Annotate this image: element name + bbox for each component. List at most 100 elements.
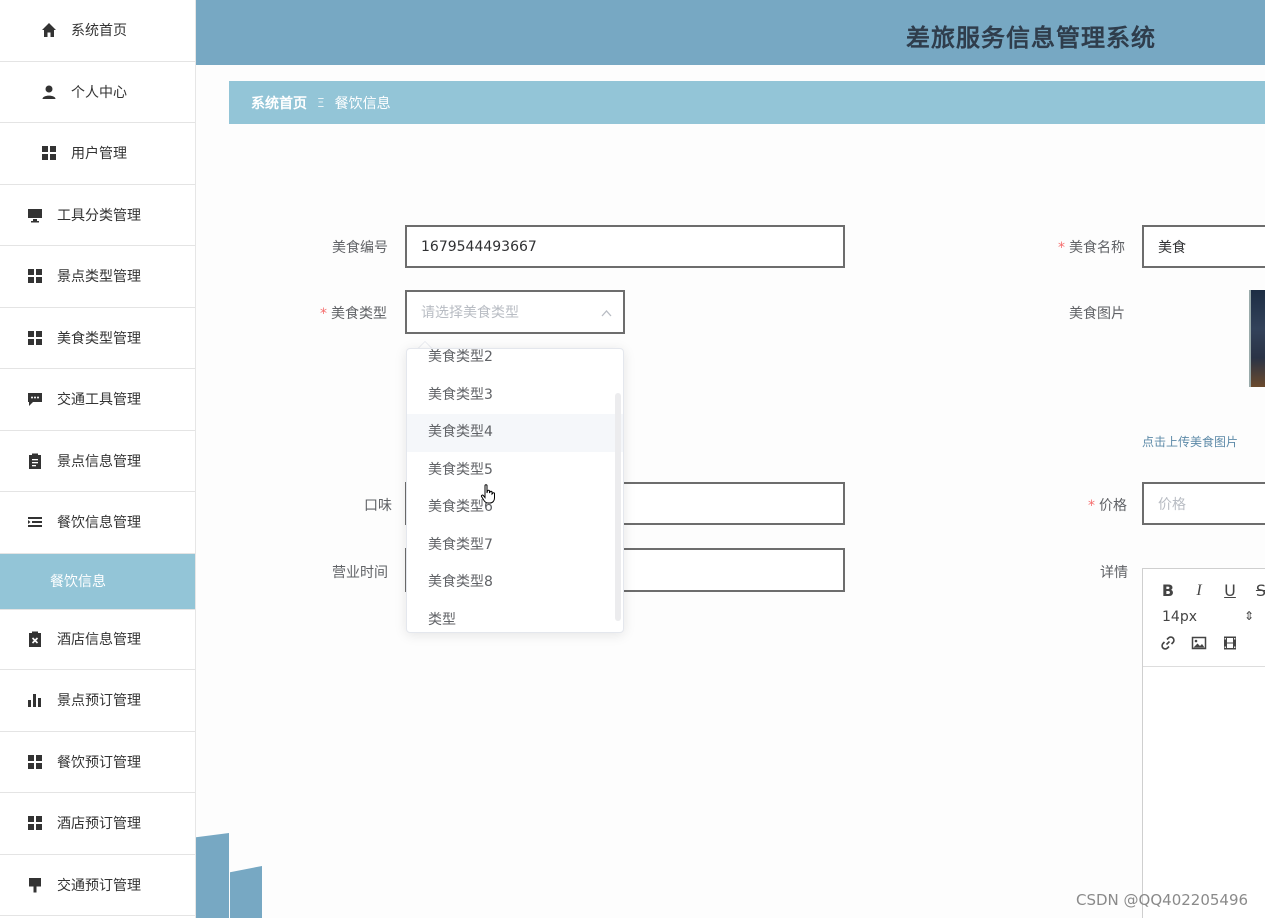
dropdown-option-hovered[interactable]: 美食类型4 bbox=[407, 414, 623, 452]
hand-cursor-icon bbox=[480, 484, 496, 504]
sidebar-item-hotel-info[interactable]: 酒店信息管理 bbox=[0, 608, 195, 670]
breadcrumb: 系统首页 Ξ 餐饮信息 bbox=[229, 81, 1265, 124]
sidebar-item-label: 酒店信息管理 bbox=[57, 632, 141, 649]
font-size-select[interactable]: 14px ⇕ bbox=[1162, 609, 1254, 625]
food-no-input[interactable]: 1679544493667 bbox=[405, 225, 845, 268]
dropdown-option[interactable]: 美食类型5 bbox=[407, 452, 623, 490]
sidebar-item-transport-tools[interactable]: 交通工具管理 bbox=[0, 369, 195, 431]
breadcrumb-separator: Ξ bbox=[317, 95, 325, 110]
food-type-label-text: 美食类型 bbox=[331, 306, 387, 322]
dropdown-option[interactable]: 类型 bbox=[407, 602, 623, 633]
sidebar-item-label: 餐饮信息 bbox=[50, 574, 106, 590]
sidebar-item-scenic-type[interactable]: 景点类型管理 bbox=[0, 246, 195, 308]
sidebar-item-label: 用户管理 bbox=[71, 146, 127, 163]
sidebar-item-label: 景点预订管理 bbox=[57, 693, 141, 710]
sidebar-item-label: 工具分类管理 bbox=[57, 207, 141, 224]
sidebar-item-scenic-info[interactable]: 景点信息管理 bbox=[0, 431, 195, 492]
food-no-label: 美食编号 bbox=[332, 237, 388, 257]
home-icon bbox=[40, 21, 58, 39]
bar-chart-icon bbox=[26, 691, 44, 709]
grid-icon bbox=[26, 814, 44, 832]
sidebar-item-label: 系统首页 bbox=[71, 23, 127, 40]
sidebar-item-dining-info-mgmt[interactable]: 餐饮信息管理 bbox=[0, 492, 195, 554]
grid-icon bbox=[26, 267, 44, 285]
sidebar-item-label: 交通预订管理 bbox=[57, 877, 141, 894]
sidebar-item-users[interactable]: 用户管理 bbox=[0, 123, 195, 185]
decorative-shape bbox=[196, 833, 229, 918]
sidebar-item-label: 酒店预订管理 bbox=[57, 816, 141, 833]
sidebar-item-label: 美食类型管理 bbox=[57, 330, 141, 347]
app-title: 差旅服务信息管理系统 bbox=[906, 24, 1156, 52]
sidebar-item-food-type[interactable]: 美食类型管理 bbox=[0, 308, 195, 369]
sidebar-item-dining-info[interactable]: 餐饮信息 bbox=[0, 553, 195, 609]
price-label-text: 价格 bbox=[1099, 498, 1127, 514]
price-placeholder: 价格 bbox=[1158, 496, 1186, 513]
sidebar-item-scenic-booking[interactable]: 景点预订管理 bbox=[0, 670, 195, 732]
clipboard-x-icon bbox=[26, 630, 44, 648]
food-no-label-text: 美食编号 bbox=[332, 240, 388, 256]
food-image-thumbnail[interactable] bbox=[1249, 290, 1265, 387]
sidebar-item-hotel-booking[interactable]: 酒店预订管理 bbox=[0, 793, 195, 855]
food-name-value: 美食 bbox=[1158, 239, 1186, 256]
food-type-dropdown: 美食类型2 美食类型3 美食类型4 美食类型5 美食类型6 美食类型7 美食类型… bbox=[406, 348, 624, 633]
video-icon[interactable] bbox=[1221, 635, 1239, 655]
required-mark: * bbox=[1088, 498, 1095, 514]
breadcrumb-current: 餐饮信息 bbox=[334, 95, 391, 112]
grid-icon bbox=[26, 753, 44, 771]
editor-divider bbox=[1143, 666, 1265, 667]
food-image-label: 美食图片 bbox=[1069, 306, 1125, 322]
dropdown-option[interactable]: 美食类型6 bbox=[407, 489, 623, 527]
italic-button[interactable]: I bbox=[1190, 582, 1208, 600]
updown-icon: ⇕ bbox=[1243, 609, 1254, 623]
food-name-label: * 美食名称 bbox=[1058, 237, 1125, 257]
underline-button[interactable]: U bbox=[1221, 581, 1239, 600]
dropdown-option[interactable]: 美食类型3 bbox=[407, 377, 623, 415]
strike-button[interactable]: S bbox=[1252, 581, 1265, 600]
upload-image-link[interactable]: 点击上传美食图片 bbox=[1142, 433, 1238, 450]
sidebar-item-tool-category[interactable]: 工具分类管理 bbox=[0, 185, 195, 246]
sidebar-item-transport-booking[interactable]: 交通预订管理 bbox=[0, 855, 195, 916]
user-icon bbox=[40, 83, 58, 101]
sidebar-item-label: 景点信息管理 bbox=[57, 453, 141, 470]
bold-button[interactable]: B bbox=[1159, 581, 1177, 600]
sidebar: 系统首页 个人中心 用户管理 工具分类管理 景点类型管理 美食类型管理 交通工具… bbox=[0, 0, 196, 918]
sidebar-item-home[interactable]: 系统首页 bbox=[0, 0, 195, 62]
price-label: * 价格 bbox=[1088, 495, 1127, 515]
dropdown-option[interactable]: 美食类型7 bbox=[407, 527, 623, 565]
food-name-input[interactable]: 美食 bbox=[1142, 225, 1265, 268]
price-input[interactable]: 价格 bbox=[1142, 482, 1265, 525]
sidebar-item-dining-booking[interactable]: 餐饮预订管理 bbox=[0, 732, 195, 793]
sidebar-item-label: 餐饮预订管理 bbox=[57, 754, 141, 771]
brush-icon bbox=[26, 876, 44, 894]
rich-text-editor[interactable]: B I U S 14px ⇕ bbox=[1142, 568, 1265, 918]
dropdown-option[interactable]: 美食类型2 bbox=[407, 349, 623, 377]
grid-icon bbox=[40, 144, 58, 162]
food-no-value: 1679544493667 bbox=[421, 238, 537, 255]
top-header: 差旅服务信息管理系统 bbox=[196, 0, 1265, 65]
hours-label: 营业时间 bbox=[332, 565, 388, 581]
chat-icon bbox=[26, 390, 44, 408]
watermark: CSDN @QQ402205496 bbox=[1076, 891, 1249, 909]
editor-toolbar-row-1: B I U S bbox=[1159, 581, 1265, 600]
dropdown-option[interactable]: 美食类型8 bbox=[407, 564, 623, 602]
sidebar-item-label: 餐饮信息管理 bbox=[57, 515, 141, 532]
clipboard-icon bbox=[26, 452, 44, 470]
font-size-value: 14px bbox=[1162, 609, 1197, 625]
editor-toolbar-row-2 bbox=[1159, 635, 1252, 655]
image-icon[interactable] bbox=[1190, 635, 1208, 655]
decorative-shape bbox=[230, 866, 262, 918]
list-icon bbox=[26, 513, 44, 531]
link-icon[interactable] bbox=[1159, 635, 1177, 655]
dropdown-list: 美食类型2 美食类型3 美食类型4 美食类型5 美食类型6 美食类型7 美食类型… bbox=[407, 349, 623, 633]
food-name-label-text: 美食名称 bbox=[1069, 240, 1125, 256]
breadcrumb-home[interactable]: 系统首页 bbox=[251, 93, 307, 113]
dropdown-scrollbar[interactable] bbox=[615, 393, 621, 621]
sidebar-item-label: 景点类型管理 bbox=[57, 269, 141, 286]
required-mark: * bbox=[1058, 240, 1065, 256]
monitor-icon bbox=[26, 206, 44, 224]
food-type-select[interactable]: 请选择美食类型 bbox=[405, 290, 625, 334]
detail-label: 详情 bbox=[1100, 565, 1128, 581]
chevron-up-icon bbox=[601, 305, 612, 317]
sidebar-item-profile[interactable]: 个人中心 bbox=[0, 62, 195, 123]
required-mark: * bbox=[320, 306, 327, 322]
